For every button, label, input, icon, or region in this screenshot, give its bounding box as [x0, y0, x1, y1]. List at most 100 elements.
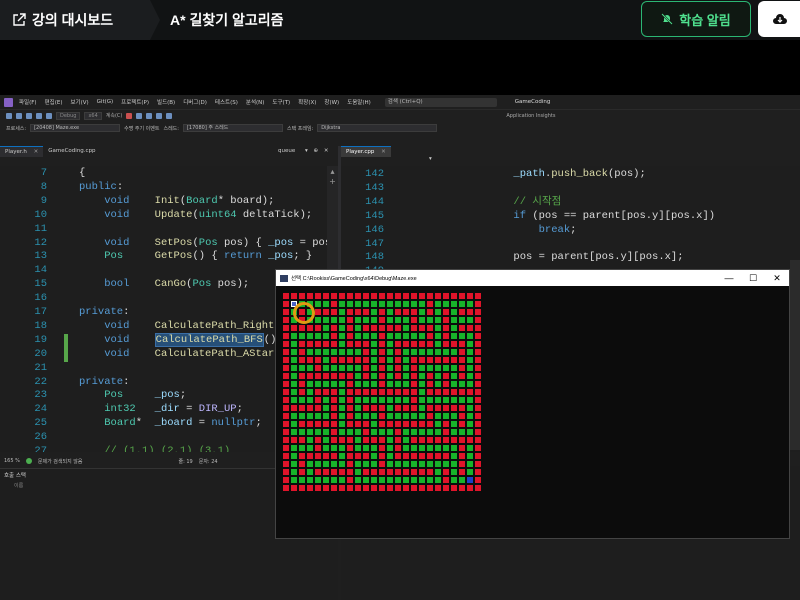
- code-token: ;: [255, 417, 262, 430]
- code-line: Board* _board = nullptr;: [79, 417, 262, 431]
- maze-path-cell: [355, 325, 361, 331]
- column-header-name[interactable]: 이름: [14, 482, 23, 489]
- maze-wall-cell: [411, 397, 417, 403]
- code-line: void Update(uint64 deltaTick);: [79, 209, 312, 223]
- maze-wall-cell: [443, 381, 449, 387]
- step-out-icon[interactable]: [166, 112, 173, 119]
- issues-status[interactable]: 문제가 검색되지 않음: [38, 458, 83, 465]
- menu-extensions[interactable]: 확장(X): [298, 98, 316, 106]
- maze-path-cell: [291, 429, 297, 435]
- stop-icon[interactable]: [126, 112, 133, 119]
- thread-dropdown[interactable]: [17080] 주 스레드: [182, 124, 283, 132]
- code-token: ; }: [293, 250, 313, 263]
- maze-path-cell: [339, 301, 345, 307]
- maze-path-cell: [419, 389, 425, 395]
- maze-wall-cell: [283, 341, 289, 347]
- screen-root: 강의 대시보드 A* 길찾기 알고리즘 학습 알림 파일(F) 편집(E) 보기…: [0, 0, 800, 600]
- menu-help[interactable]: 도움말(H): [347, 98, 371, 106]
- config-dropdown[interactable]: Debug: [56, 111, 81, 120]
- code-line: Pos GetPos() { return _pos; }: [79, 250, 312, 264]
- menu-file[interactable]: 파일(F): [19, 98, 37, 106]
- maze-path-cell: [467, 469, 473, 475]
- tab-player-h[interactable]: Player.h ✕: [0, 146, 44, 157]
- maze-path-cell: [467, 381, 473, 387]
- maximize-button[interactable]: ☐: [741, 270, 765, 286]
- menu-debug[interactable]: 디버그(D): [183, 98, 207, 106]
- maze-path-cell: [451, 381, 457, 387]
- menu-tools[interactable]: 도구(T): [272, 98, 290, 106]
- menu-view[interactable]: 보기(V): [70, 98, 88, 106]
- maze-wall-cell: [347, 333, 353, 339]
- maze-path-cell: [331, 477, 337, 483]
- close-button[interactable]: ✕: [765, 270, 789, 286]
- process-dropdown[interactable]: [20408] Maze.exe: [30, 124, 121, 132]
- menu-window[interactable]: 창(W): [324, 98, 339, 106]
- maze-wall-cell: [283, 469, 289, 475]
- member-dropdown[interactable]: queue ▾ ⊕ ✕: [278, 146, 328, 157]
- zoom-level[interactable]: 165 %: [4, 458, 20, 464]
- maze-wall-cell: [323, 453, 329, 459]
- maze-path-cell: [315, 317, 321, 323]
- maze-wall-cell: [307, 341, 313, 347]
- minimize-button[interactable]: —: [717, 270, 741, 286]
- maze-path-cell: [459, 397, 465, 403]
- dashboard-link[interactable]: 강의 대시보드: [0, 0, 150, 40]
- tab-player-cpp[interactable]: Player.cpp ✕: [341, 146, 391, 157]
- maze-path-cell: [307, 389, 313, 395]
- maze-path-cell: [435, 373, 441, 379]
- platform-dropdown[interactable]: x64: [84, 111, 102, 120]
- menu-edit[interactable]: 편집(E): [45, 98, 63, 106]
- maze-path-cell: [363, 317, 369, 323]
- lifecycle-events-button[interactable]: 수명 주기 이벤트: [124, 125, 159, 132]
- maze-path-cell: [355, 461, 361, 467]
- close-icon[interactable]: ✕: [324, 148, 329, 154]
- player-highlight-ring: [293, 302, 315, 324]
- restart-icon[interactable]: [136, 112, 143, 119]
- menu-analyze[interactable]: 분석(N): [246, 98, 265, 106]
- open-icon[interactable]: [16, 112, 22, 119]
- step-over-icon[interactable]: [146, 112, 153, 119]
- maze-path-cell: [371, 365, 377, 371]
- step-into-icon[interactable]: [156, 112, 163, 119]
- code-token: void: [79, 333, 130, 346]
- code-token: pos);: [211, 278, 250, 291]
- redo-icon[interactable]: [46, 112, 52, 119]
- console-title-bar[interactable]: 선택 C:\Rookiss\GameCoding\x64\Debug\Maze.…: [276, 270, 789, 286]
- maze-wall-cell: [395, 373, 401, 379]
- continue-button[interactable]: 계속(C): [106, 112, 123, 119]
- download-button[interactable]: [758, 1, 800, 37]
- maze-path-cell: [403, 445, 409, 451]
- menu-build[interactable]: 빌드(B): [157, 98, 175, 106]
- tab-gamecoding-cpp[interactable]: GameCoding.cpp: [43, 146, 100, 157]
- maze-console-window: 선택 C:\Rookiss\GameCoding\x64\Debug\Maze.…: [275, 269, 790, 539]
- scroll-up-icon[interactable]: ▴: [329, 168, 336, 176]
- pin-icon[interactable]: ⊕: [314, 148, 319, 154]
- undo-icon[interactable]: [36, 112, 42, 119]
- maze-wall-cell: [299, 373, 305, 379]
- close-icon[interactable]: ✕: [381, 149, 386, 155]
- line-number: 12: [34, 236, 47, 249]
- maze-wall-cell: [299, 485, 305, 491]
- app-insights-button[interactable]: Application Insights: [506, 113, 555, 119]
- stack-frame-dropdown[interactable]: Dijkstra: [317, 124, 438, 132]
- line-number: 143: [365, 181, 384, 194]
- maze-wall-cell: [347, 469, 353, 475]
- menu-test[interactable]: 테스트(S): [215, 98, 238, 106]
- maze-wall-cell: [363, 485, 369, 491]
- maze-path-cell: [339, 453, 345, 459]
- search-input[interactable]: 검색 (Ctrl+Q): [384, 97, 497, 107]
- chevron-down-icon[interactable]: ▾: [429, 156, 432, 162]
- side-scrollbar[interactable]: [790, 260, 800, 450]
- learning-alert-button[interactable]: 학습 알림: [641, 1, 751, 37]
- maze-path-cell: [323, 461, 329, 467]
- split-plus-icon[interactable]: +: [329, 178, 336, 186]
- code-token: void: [79, 319, 130, 332]
- close-icon[interactable]: ✕: [34, 149, 39, 155]
- maze-wall-cell: [411, 437, 417, 443]
- save-icon[interactable]: [26, 112, 32, 119]
- code-token: ;: [179, 389, 187, 402]
- new-item-icon[interactable]: [6, 112, 12, 119]
- menu-git[interactable]: Git(G): [97, 99, 114, 105]
- menu-project[interactable]: 프로젝트(P): [121, 98, 149, 106]
- maze-path-cell: [411, 461, 417, 467]
